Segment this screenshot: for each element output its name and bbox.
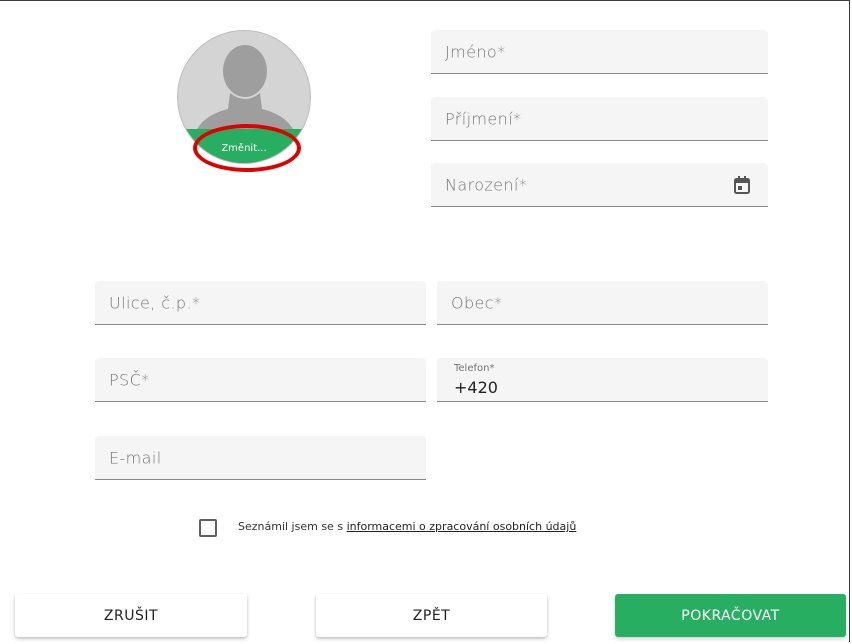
first-name-field[interactable]: Jméno* — [431, 30, 768, 74]
city-placeholder: Obec* — [451, 293, 503, 312]
consent-checkbox[interactable] — [199, 519, 217, 537]
back-button[interactable]: ZPĚT — [316, 594, 547, 637]
continue-button[interactable]: POKRAČOVAT — [615, 594, 846, 637]
calendar-icon[interactable] — [734, 175, 750, 194]
birth-date-field[interactable]: Narození* — [431, 163, 768, 207]
street-placeholder: Ulice, č.p.* — [109, 293, 201, 312]
zip-field[interactable]: PSČ* — [95, 358, 426, 402]
street-field[interactable]: Ulice, č.p.* — [95, 281, 426, 325]
email-field[interactable]: E-mail — [95, 436, 426, 480]
first-name-placeholder: Jméno* — [445, 42, 506, 61]
consent-text-prefix: Seznámil jsem se s — [238, 520, 347, 533]
phone-value[interactable]: +420 — [454, 378, 498, 397]
phone-field[interactable]: Telefon* +420 — [437, 358, 768, 402]
cancel-button[interactable]: ZRUŠIT — [15, 594, 247, 637]
city-field[interactable]: Obec* — [437, 281, 768, 325]
last-name-field[interactable]: Příjmení* — [431, 97, 768, 141]
phone-label: Telefon* — [454, 363, 495, 374]
consent-text: Seznámil jsem se s informacemi o zpracov… — [238, 520, 576, 533]
last-name-placeholder: Příjmení* — [445, 109, 522, 128]
birth-date-placeholder: Narození* — [445, 175, 528, 194]
highlight-ellipse — [193, 124, 301, 172]
zip-placeholder: PSČ* — [109, 370, 150, 389]
privacy-policy-link[interactable]: informacemi o zpracování osobních údajů — [347, 520, 577, 533]
email-placeholder: E-mail — [109, 448, 162, 467]
